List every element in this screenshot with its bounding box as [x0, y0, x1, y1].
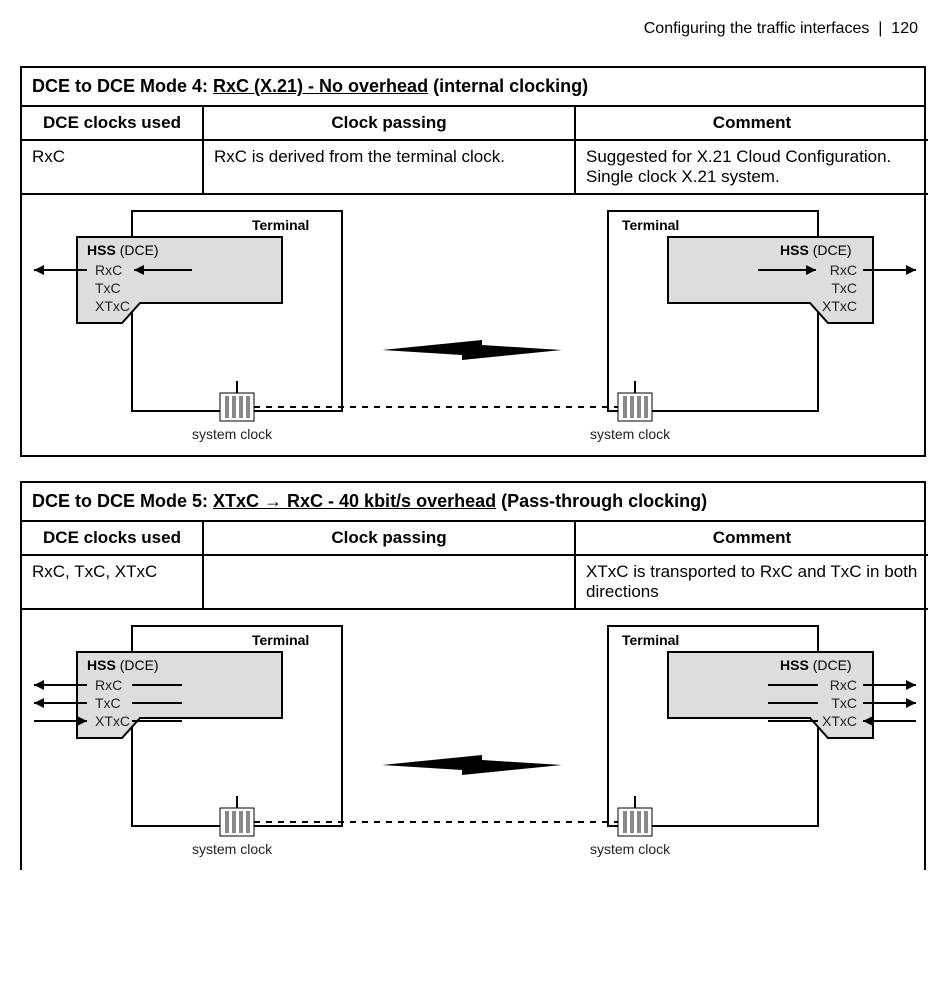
mode-5-section: DCE to DCE Mode 5: XTxC → RxC - 40 kbit/…	[20, 481, 926, 870]
signal-xtxc: XTxC	[822, 713, 857, 729]
cell-comment: XTxC is transported to RxC and TxC in bo…	[575, 555, 928, 609]
mode-4-svg: Terminal HSS (DCE) RxC TxC XTxC Termina	[22, 195, 928, 455]
table-header-row: DCE clocks used Clock passing Comment	[22, 107, 928, 140]
terminal-label: Terminal	[252, 632, 309, 648]
mode-5-table: DCE clocks used Clock passing Comment Rx…	[22, 522, 928, 870]
mode-4-title-prefix: DCE to DCE Mode 4:	[32, 76, 213, 96]
cell-comment: Suggested for X.21 Cloud Configuration. …	[575, 140, 928, 194]
mode-5-title-underlined: XTxC → RxC - 40 kbit/s overhead	[213, 491, 496, 511]
table-row: RxC RxC is derived from the terminal clo…	[22, 140, 928, 194]
hss-label: HSS (DCE)	[87, 657, 159, 673]
mode-4-title: DCE to DCE Mode 4: RxC (X.21) - No overh…	[22, 68, 924, 107]
mode-4-diagram: Terminal HSS (DCE) RxC TxC XTxC Termina	[22, 195, 928, 455]
table-row: RxC, TxC, XTxC XTxC is transported to Rx…	[22, 555, 928, 609]
terminal-label: Terminal	[622, 217, 679, 233]
mode-5-svg: Terminal HSS (DCE) RxC TxC XTxC	[22, 610, 928, 870]
hss-label: HSS (DCE)	[780, 242, 852, 258]
mode-5-title-prefix: DCE to DCE Mode 5:	[32, 491, 213, 511]
signal-rxc: RxC	[95, 262, 122, 278]
table-header: DCE clocks used	[22, 107, 203, 140]
table-header-row: DCE clocks used Clock passing Comment	[22, 522, 928, 555]
signal-xtxc: XTxC	[822, 298, 857, 314]
signal-rxc: RxC	[830, 262, 857, 278]
system-clock-label: system clock	[590, 841, 671, 857]
signal-xtxc: XTxC	[95, 713, 130, 729]
signal-txc: TxC	[831, 280, 857, 296]
breadcrumb-separator: |	[878, 20, 882, 37]
system-clock-label: system clock	[192, 841, 273, 857]
page-header: Configuring the traffic interfaces | 120	[20, 20, 926, 38]
table-header: DCE clocks used	[22, 522, 203, 555]
terminal-label: Terminal	[622, 632, 679, 648]
signal-txc: TxC	[95, 695, 121, 711]
system-clock-label: system clock	[590, 426, 671, 442]
system-clock-label: system clock	[192, 426, 273, 442]
page-number: 120	[891, 20, 918, 37]
mode-5-title-suffix: (Pass-through clocking)	[496, 491, 707, 511]
mode-5-title: DCE to DCE Mode 5: XTxC → RxC - 40 kbit/…	[22, 483, 924, 522]
mode-5-diagram: Terminal HSS (DCE) RxC TxC XTxC	[22, 610, 928, 870]
signal-txc: TxC	[95, 280, 121, 296]
hss-label: HSS (DCE)	[780, 657, 852, 673]
signal-rxc: RxC	[95, 677, 122, 693]
signal-xtxc: XTxC	[95, 298, 130, 314]
mode-4-section: DCE to DCE Mode 4: RxC (X.21) - No overh…	[20, 66, 926, 457]
cell-clocks-used: RxC	[22, 140, 203, 194]
hss-label: HSS (DCE)	[87, 242, 159, 258]
breadcrumb: Configuring the traffic interfaces	[644, 20, 870, 37]
terminal-label: Terminal	[252, 217, 309, 233]
mode-4-title-underlined: RxC (X.21) - No overhead	[213, 76, 428, 96]
mode-4-title-suffix: (internal clocking)	[428, 76, 588, 96]
cell-clock-passing	[203, 555, 575, 609]
cell-clock-passing: RxC is derived from the terminal clock.	[203, 140, 575, 194]
signal-rxc: RxC	[830, 677, 857, 693]
table-header: Comment	[575, 107, 928, 140]
table-header: Clock passing	[203, 522, 575, 555]
table-header: Clock passing	[203, 107, 575, 140]
mode-4-table: DCE clocks used Clock passing Comment Rx…	[22, 107, 928, 455]
table-header: Comment	[575, 522, 928, 555]
signal-txc: TxC	[831, 695, 857, 711]
cell-clocks-used: RxC, TxC, XTxC	[22, 555, 203, 609]
